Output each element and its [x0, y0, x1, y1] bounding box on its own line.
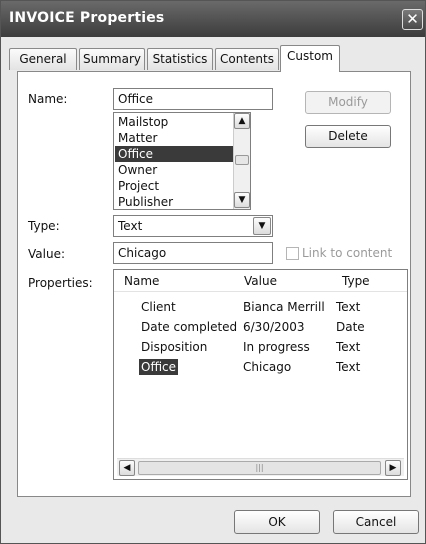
row-name: Client	[141, 300, 176, 314]
name-input[interactable]: Office	[113, 88, 273, 110]
scroll-down-button[interactable]: ▼	[234, 192, 250, 208]
chevron-down-icon: ▼	[258, 221, 266, 231]
column-header-type[interactable]: Type	[332, 270, 407, 292]
list-item[interactable]: Owner	[115, 162, 250, 178]
scroll-thumb[interactable]: |||	[138, 461, 381, 475]
chevron-right-icon: ▶	[389, 463, 397, 473]
column-header-name[interactable]: Name	[114, 270, 234, 292]
type-label: Type:	[28, 219, 60, 233]
row-value: In progress	[243, 340, 310, 354]
value-label: Value:	[28, 247, 65, 261]
row-type: Text	[336, 360, 361, 374]
scroll-left-button[interactable]: ◀	[119, 460, 135, 476]
grip-icon: |||	[255, 463, 264, 472]
row-name: Office	[139, 359, 179, 375]
title-bar[interactable]: INVOICE Properties ✕	[1, 1, 425, 37]
tab-summary[interactable]: Summary	[79, 48, 145, 70]
modify-button[interactable]: Modify	[305, 91, 391, 114]
column-header-value[interactable]: Value	[234, 270, 332, 292]
dropdown-button[interactable]: ▼	[253, 217, 271, 235]
chevron-down-icon: ▼	[238, 195, 246, 205]
row-value: Chicago	[243, 360, 292, 374]
scroll-thumb[interactable]	[235, 155, 249, 165]
name-list-scrollbar[interactable]: ▲ ▼	[233, 113, 250, 209]
row-type: Text	[336, 340, 361, 354]
type-value: Text	[118, 219, 143, 233]
list-item[interactable]: Matter	[115, 130, 250, 146]
close-icon: ✕	[406, 10, 419, 28]
custom-tab-panel: Name: Office Mailstop Matter Office Owne…	[17, 71, 411, 497]
cancel-button[interactable]: Cancel	[333, 510, 419, 534]
tab-contents[interactable]: Contents	[215, 48, 279, 70]
row-name: Disposition	[141, 340, 208, 354]
row-name: Date completed	[141, 320, 238, 334]
table-row[interactable]: Disposition In progress Text	[114, 338, 407, 358]
tab-custom[interactable]: Custom	[280, 45, 340, 72]
window-title: INVOICE Properties	[9, 10, 165, 26]
name-label: Name:	[28, 92, 68, 106]
properties-dialog: INVOICE Properties ✕ General Summary Sta…	[0, 0, 426, 544]
name-listbox[interactable]: Mailstop Matter Office Owner Project Pub…	[113, 112, 251, 210]
row-value: Bianca Merrill	[243, 300, 325, 314]
row-type: Text	[336, 300, 361, 314]
table-row[interactable]: Client Bianca Merrill Text	[114, 298, 407, 318]
tab-general[interactable]: General	[9, 48, 77, 70]
properties-list[interactable]: Name Value Type Client Bianca Merrill Te…	[113, 269, 408, 480]
link-to-content-checkbox[interactable]	[286, 247, 299, 260]
chevron-up-icon: ▲	[238, 116, 246, 126]
ok-button[interactable]: OK	[234, 510, 320, 534]
list-item[interactable]: Mailstop	[115, 114, 250, 130]
list-item[interactable]: Project	[115, 178, 250, 194]
type-select[interactable]: Text ▼	[113, 215, 273, 237]
link-to-content-label: Link to content	[302, 246, 393, 260]
chevron-left-icon: ◀	[123, 463, 131, 473]
list-item[interactable]: Publisher	[115, 194, 250, 209]
properties-label: Properties:	[28, 276, 93, 290]
value-input[interactable]: Chicago	[113, 242, 273, 264]
row-value: 6/30/2003	[243, 320, 305, 334]
row-type: Date	[336, 320, 365, 334]
list-item-selected[interactable]: Office	[115, 146, 249, 162]
table-row[interactable]: Date completed 6/30/2003 Date	[114, 318, 407, 338]
scroll-up-button[interactable]: ▲	[234, 113, 250, 129]
scroll-right-button[interactable]: ▶	[385, 460, 401, 476]
properties-hscrollbar[interactable]: ◀ ||| ▶	[117, 458, 404, 476]
close-button[interactable]: ✕	[402, 9, 423, 30]
tab-statistics[interactable]: Statistics	[147, 48, 213, 70]
table-row-selected[interactable]: Office Chicago Text	[114, 358, 407, 378]
delete-button[interactable]: Delete	[305, 125, 391, 148]
